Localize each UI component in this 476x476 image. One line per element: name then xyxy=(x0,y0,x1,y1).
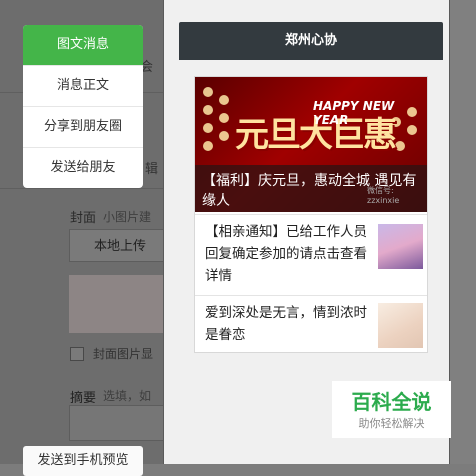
divider xyxy=(0,188,163,189)
hero-watermark: 微信号: zzxinxie xyxy=(367,186,400,205)
cover-show-checkbox[interactable] xyxy=(70,347,84,361)
list-item-title: 【相亲通知】已给工作人员回复确定参加的请点击查看详情 xyxy=(205,224,367,284)
hero-banner-english: HAPPY NEW YEAR xyxy=(313,99,395,127)
right-background xyxy=(450,0,476,464)
cover-show-label: 封面图片显 xyxy=(93,347,154,361)
cover-label: 封面 xyxy=(70,211,97,226)
account-title: 郑州心协 xyxy=(179,22,443,60)
logo-subtitle: 助你轻松解决 xyxy=(358,417,425,430)
summary-hint: 选填，如 xyxy=(103,389,152,403)
menu-item-body[interactable]: 消息正文 xyxy=(23,65,143,106)
cover-image-thumbnail xyxy=(69,275,163,333)
list-item[interactable]: 【相亲通知】已给工作人员回复确定参加的请点击查看详情 xyxy=(195,214,427,295)
summary-input[interactable] xyxy=(69,405,163,441)
news-card: 元旦大巨惠 HAPPY NEW YEAR 【福利】庆元旦，惠动全城 遇见有缘人 … xyxy=(194,76,428,353)
send-preview-button[interactable]: 发送到手机预览 xyxy=(23,446,143,476)
menu-item-send-friend[interactable]: 发送给朋友 xyxy=(23,147,143,188)
menu-item-share-moments[interactable]: 分享到朋友圈 xyxy=(23,106,143,147)
hero-article[interactable]: 元旦大巨惠 HAPPY NEW YEAR 【福利】庆元旦，惠动全城 遇见有缘人 … xyxy=(195,77,427,212)
list-item-thumbnail xyxy=(378,303,423,348)
list-item-title: 爱到深处是无言，情到浓时是眷恋 xyxy=(205,305,367,343)
watermark-logo: 百科全说 助你轻松解决 xyxy=(332,381,451,438)
list-item-thumbnail xyxy=(378,224,423,269)
menu-item-news[interactable]: 图文消息 xyxy=(23,25,143,65)
editor-stitch-fragment: 辑 xyxy=(145,162,159,177)
summary-label: 摘要 xyxy=(70,391,97,406)
local-upload-button[interactable]: 本地上传 xyxy=(69,229,169,262)
cover-hint: 小图片建 xyxy=(103,210,152,224)
list-item[interactable]: 爱到深处是无言，情到浓时是眷恋 xyxy=(195,295,427,352)
preview-mode-menu: 图文消息 消息正文 分享到朋友圈 发送给朋友 xyxy=(23,25,143,188)
logo-title: 百科全说 xyxy=(351,390,432,414)
